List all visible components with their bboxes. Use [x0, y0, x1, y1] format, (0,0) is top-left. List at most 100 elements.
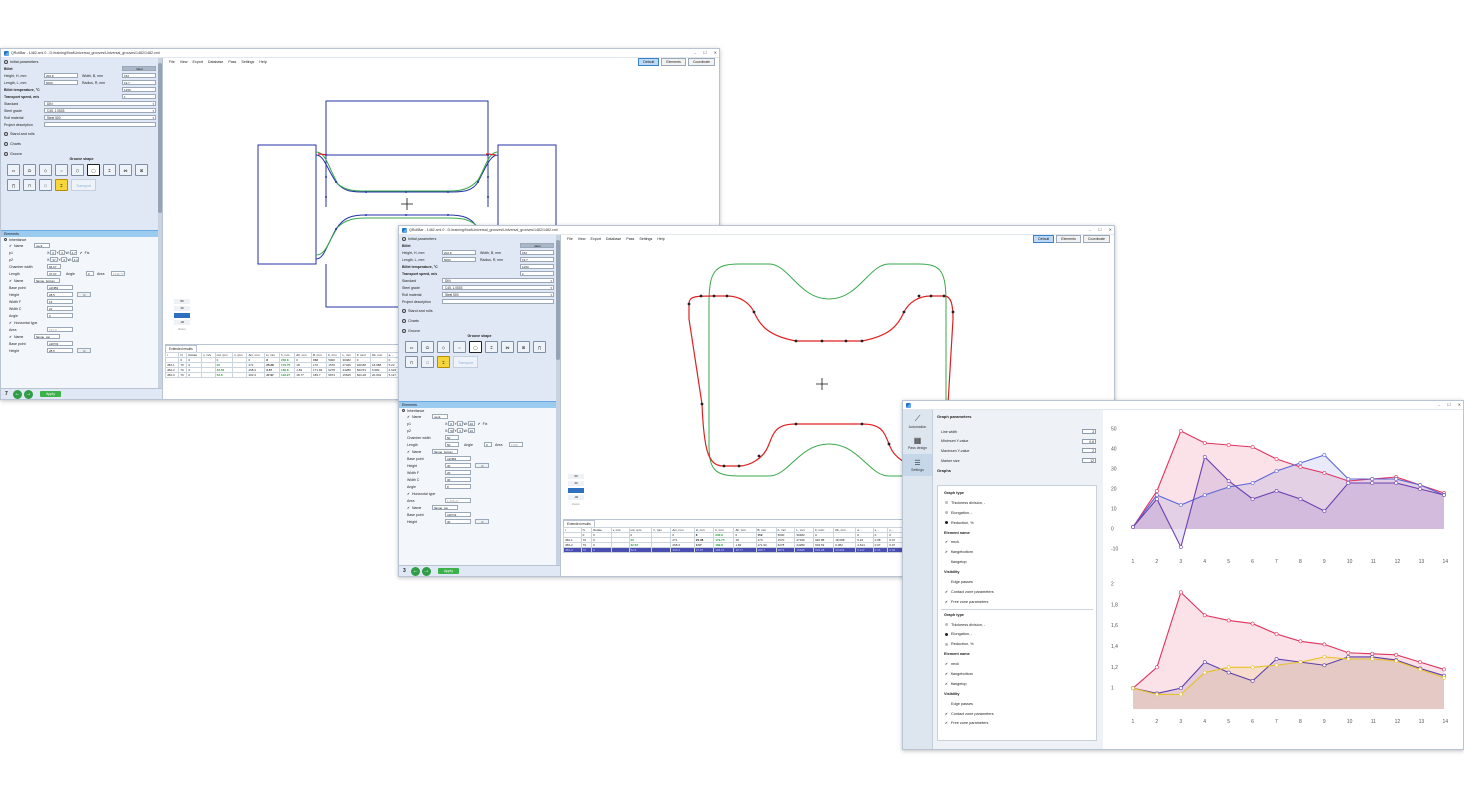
g1-el-flangebottom[interactable]: ✔ flangebottom [941, 548, 1093, 558]
menu-file[interactable]: File [169, 60, 175, 64]
steel-grade-select[interactable]: C45, 1.0503 [44, 108, 156, 114]
base-point-input[interactable]: p2NB3 [445, 456, 471, 461]
g2-el-neck[interactable]: ✔ neck [941, 660, 1093, 670]
g2-type-thickness[interactable]: Thickness division, - [941, 621, 1093, 631]
menu-view[interactable]: View [180, 60, 188, 64]
g1-vis-edge[interactable]: Edge passes [941, 578, 1093, 588]
p2-w[interactable]: 4.3 [71, 257, 79, 262]
speed-input[interactable]: 2 [520, 271, 554, 276]
groove-wide-button[interactable]: ⊠ [517, 341, 530, 353]
groove-round-button[interactable]: ○ [55, 164, 68, 176]
side-pass-design[interactable]: ▦ Pass design [903, 432, 932, 454]
min-y-input[interactable]: 0,8 [1082, 438, 1096, 444]
groove-wide-button[interactable]: ⊠ [135, 164, 148, 176]
menu-export[interactable]: Export [193, 60, 203, 64]
width-input[interactable]: 152 [122, 73, 156, 78]
side-automation[interactable]: ⟋ Automation [903, 410, 932, 432]
groove-circle-button[interactable]: ◯ [469, 341, 482, 353]
close-icon[interactable]: ✕ [714, 50, 717, 55]
g1-type-reduction[interactable]: Reduction, % [941, 519, 1093, 529]
width-input[interactable]: 152 [520, 250, 554, 255]
c-button[interactable]: C [475, 463, 489, 468]
g2-vis-edge[interactable]: Edge passes [941, 700, 1093, 710]
groove-round-button[interactable]: ○ [453, 341, 466, 353]
height-field[interactable]: 28.5 [47, 292, 73, 297]
maximize-icon[interactable]: ☐ [1098, 227, 1102, 232]
menu-help[interactable]: Help [259, 60, 266, 64]
default-button[interactable]: Default [1033, 235, 1055, 243]
angle-input-2[interactable]: 0 [47, 313, 73, 318]
angle-field[interactable]: 0 [86, 271, 94, 276]
menu-settings[interactable]: Settings [639, 237, 652, 241]
roll-material-select[interactable]: Steel 500 [442, 292, 554, 298]
menu-database[interactable]: Database [208, 60, 223, 64]
g1-type-elongation[interactable]: Elongation, - [941, 509, 1093, 519]
length-field[interactable]: 50 [445, 442, 459, 447]
transport-button[interactable]: Transport [71, 179, 97, 191]
minimize-icon[interactable]: – [1089, 227, 1091, 232]
p1-w[interactable]: 4.7 [69, 250, 77, 255]
minimize-icon[interactable]: – [1438, 402, 1440, 407]
angle-input-2[interactable]: 8 [445, 484, 471, 489]
default-button[interactable]: Default [638, 58, 660, 66]
section-groove[interactable]: Groove [399, 327, 560, 334]
prev-pass-button[interactable]: ← [411, 566, 420, 576]
section-groove[interactable]: Groove [1, 150, 162, 157]
element-name-input-3[interactable]: flange_top [34, 334, 61, 339]
zoom-40[interactable]: 40 [568, 481, 584, 486]
g2-vis-contact[interactable]: ✔ Contact zone parameters [941, 710, 1093, 720]
height-field[interactable]: 30 [445, 463, 471, 468]
apply-button[interactable]: Apply [40, 391, 61, 397]
max-y-input[interactable]: 2 [1082, 448, 1096, 454]
groove-dogbone-button[interactable]: ⋈ [119, 164, 132, 176]
length-input[interactable]: 5000 [44, 80, 78, 85]
length-input[interactable]: 5000 [442, 257, 476, 262]
roll-material-select[interactable]: Steel 500 [44, 115, 156, 121]
base-point-input-3[interactable]: p2PO3 [445, 512, 471, 517]
element-name-input-2[interactable]: flange_bottom [432, 449, 459, 454]
groove-diamond-button[interactable]: ◇ [437, 341, 450, 353]
results-tab[interactable]: Extended results [165, 345, 197, 352]
g2-type-elongation[interactable]: Elongation, - [941, 630, 1093, 640]
standard-select[interactable]: DIN [442, 278, 554, 284]
zoom-minus40[interactable]: -40 [174, 320, 190, 325]
groove-oval-button[interactable]: ⬭ [421, 341, 434, 353]
groove-hex-button[interactable]: ⬡ [71, 164, 84, 176]
chamber-width-input[interactable]: 84.67 [47, 264, 61, 269]
zoom-minus40[interactable]: -40 [568, 495, 584, 500]
close-icon[interactable]: ✕ [1109, 227, 1112, 232]
length-field[interactable]: 37.97 [47, 271, 61, 276]
base-point-input[interactable]: p2NB3 [47, 285, 73, 290]
p2-x[interactable]: 37.47 [50, 257, 59, 262]
g1-vis-free[interactable]: ✔ Free zone parameters [941, 598, 1093, 608]
zoom-slider-thumb[interactable] [568, 488, 584, 493]
width-c-input[interactable]: 22 [47, 306, 73, 311]
p2-w[interactable]: 20 [467, 428, 475, 433]
element-name-input[interactable]: neck [432, 414, 449, 419]
width-f-input[interactable]: 20 [445, 470, 471, 475]
height-field-3[interactable]: 28.5 [47, 348, 73, 353]
g2-vis-free[interactable]: ✔ Free zone parameters [941, 719, 1093, 729]
groove-oval-button[interactable]: ⬭ [23, 164, 36, 176]
groove-universal-button[interactable]: ⌶ [437, 356, 450, 368]
zoom-slider-thumb[interactable] [174, 313, 190, 318]
section-initial-parameters[interactable]: Initial parameters [399, 235, 560, 242]
c-button[interactable]: C [77, 292, 91, 297]
inheritance-checkbox[interactable] [402, 409, 405, 412]
apply-button[interactable]: Apply [438, 568, 459, 574]
next-pass-button[interactable]: → [422, 566, 431, 576]
standard-select[interactable]: DIN [44, 101, 156, 107]
width-c-input[interactable]: 30 [445, 477, 471, 482]
element-name-input-2[interactable]: flange_bottom [34, 278, 61, 283]
project-description-input[interactable] [442, 299, 554, 304]
groove-dogbone-button[interactable]: ⋈ [501, 341, 514, 353]
groove-bell-button[interactable]: ⋂ [533, 341, 546, 353]
base-point-input-3[interactable]: p2PO3 [47, 341, 73, 346]
project-description-input[interactable] [44, 122, 156, 127]
zoom-80[interactable]: 80 [174, 299, 190, 304]
inheritance-checkbox[interactable] [4, 238, 7, 241]
menu-settings[interactable]: Settings [241, 60, 254, 64]
side-settings[interactable]: ☰ Settings [903, 454, 932, 476]
chamber-width-input[interactable]: 50 [445, 435, 459, 440]
groove-box-button[interactable]: ▭ [7, 164, 20, 176]
